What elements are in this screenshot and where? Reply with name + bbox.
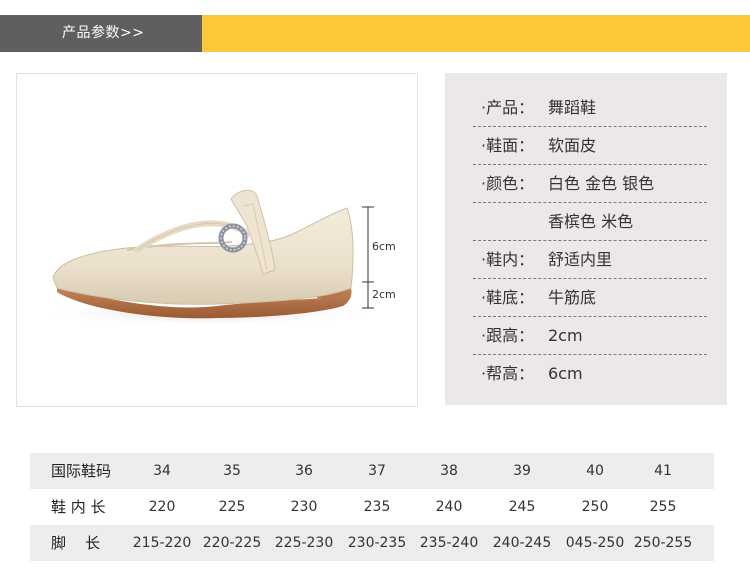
table-cell: 220-225 — [202, 535, 262, 551]
table-cell: 230-235 — [347, 535, 407, 551]
spec-label: ·鞋面： — [481, 136, 535, 155]
spec-label: ·跟高： — [481, 326, 535, 345]
spec-value: 香槟色 米色 — [548, 212, 634, 231]
table-cell: 235 — [363, 499, 391, 515]
spec-label: ·鞋内： — [481, 250, 535, 269]
table-cell: 225 — [218, 499, 246, 515]
table-cell: 34 — [153, 463, 171, 479]
spec-label: ·产品： — [481, 98, 535, 117]
spec-row-product: ·产品： 舞蹈鞋 — [473, 89, 707, 127]
spec-value: 6cm — [548, 364, 583, 383]
header-bar: 产品参数>> — [0, 15, 750, 52]
spec-label: ·帮高： — [481, 364, 535, 383]
heel-height-label: 2cm — [372, 288, 396, 301]
spec-row-shaft: ·帮高： 6cm — [473, 355, 707, 393]
spec-row-upper: ·鞋面： 软面皮 — [473, 127, 707, 165]
spec-row-color: ·颜色： 白色 金色 银色 — [473, 165, 707, 203]
table-cell: 230 — [290, 499, 318, 515]
table-cell: 235-240 — [419, 535, 479, 551]
row-header: 脚 长 — [51, 534, 101, 552]
spec-row-lining: ·鞋内： 舒适内里 — [473, 241, 707, 279]
table-cell: 240-245 — [492, 535, 552, 551]
table-cell: 250-255 — [633, 535, 693, 551]
spec-value: 2cm — [548, 326, 583, 345]
spec-value: 舞蹈鞋 — [548, 98, 597, 117]
size-table: 国际鞋码 34 35 36 37 38 39 40 41 鞋 内 长 220 2… — [30, 453, 714, 561]
table-cell: 220 — [148, 499, 176, 515]
spec-row-heel: ·跟高： 2cm — [473, 317, 707, 355]
row-header: 国际鞋码 — [51, 462, 112, 480]
table-cell: 240 — [435, 499, 463, 515]
spec-label: ·鞋底： — [481, 288, 535, 307]
spec-value: 牛筋底 — [548, 288, 597, 307]
spec-label: ·颜色： — [481, 174, 535, 193]
table-cell: 225-230 — [274, 535, 334, 551]
shoe-illustration — [37, 189, 377, 326]
spec-row-color-cont: 香槟色 米色 — [473, 203, 707, 241]
upper-height-label: 6cm — [372, 240, 396, 253]
spec-row-sole: ·鞋底： 牛筋底 — [473, 279, 707, 317]
table-cell: 215-220 — [132, 535, 192, 551]
table-cell: 37 — [368, 463, 386, 479]
table-cell: 38 — [440, 463, 458, 479]
spec-panel: ·产品： 舞蹈鞋 ·鞋面： 软面皮 ·颜色： 白色 金色 银色 香槟色 米色 ·… — [445, 73, 727, 405]
spec-value: 白色 金色 银色 — [548, 174, 655, 193]
row-header: 鞋 内 长 — [51, 498, 106, 516]
table-cell: 36 — [295, 463, 313, 479]
table-cell: 41 — [654, 463, 672, 479]
header-tab: 产品参数>> — [0, 15, 202, 52]
size-row-foot-length: 脚 长 215-220 220-225 225-230 230-235 235-… — [30, 525, 714, 561]
section-title: 产品参数>> — [62, 25, 145, 41]
spec-value: 软面皮 — [548, 136, 597, 155]
table-cell: 245 — [508, 499, 536, 515]
size-row-inner-length: 鞋 内 长 220 225 230 235 240 245 250 255 — [30, 489, 714, 525]
table-cell: 35 — [223, 463, 241, 479]
spec-value: 舒适内里 — [548, 250, 613, 269]
product-image: 6cm 2cm — [16, 73, 418, 407]
table-cell: 255 — [649, 499, 677, 515]
table-cell: 39 — [513, 463, 531, 479]
size-row-code: 国际鞋码 34 35 36 37 38 39 40 41 — [30, 453, 714, 489]
